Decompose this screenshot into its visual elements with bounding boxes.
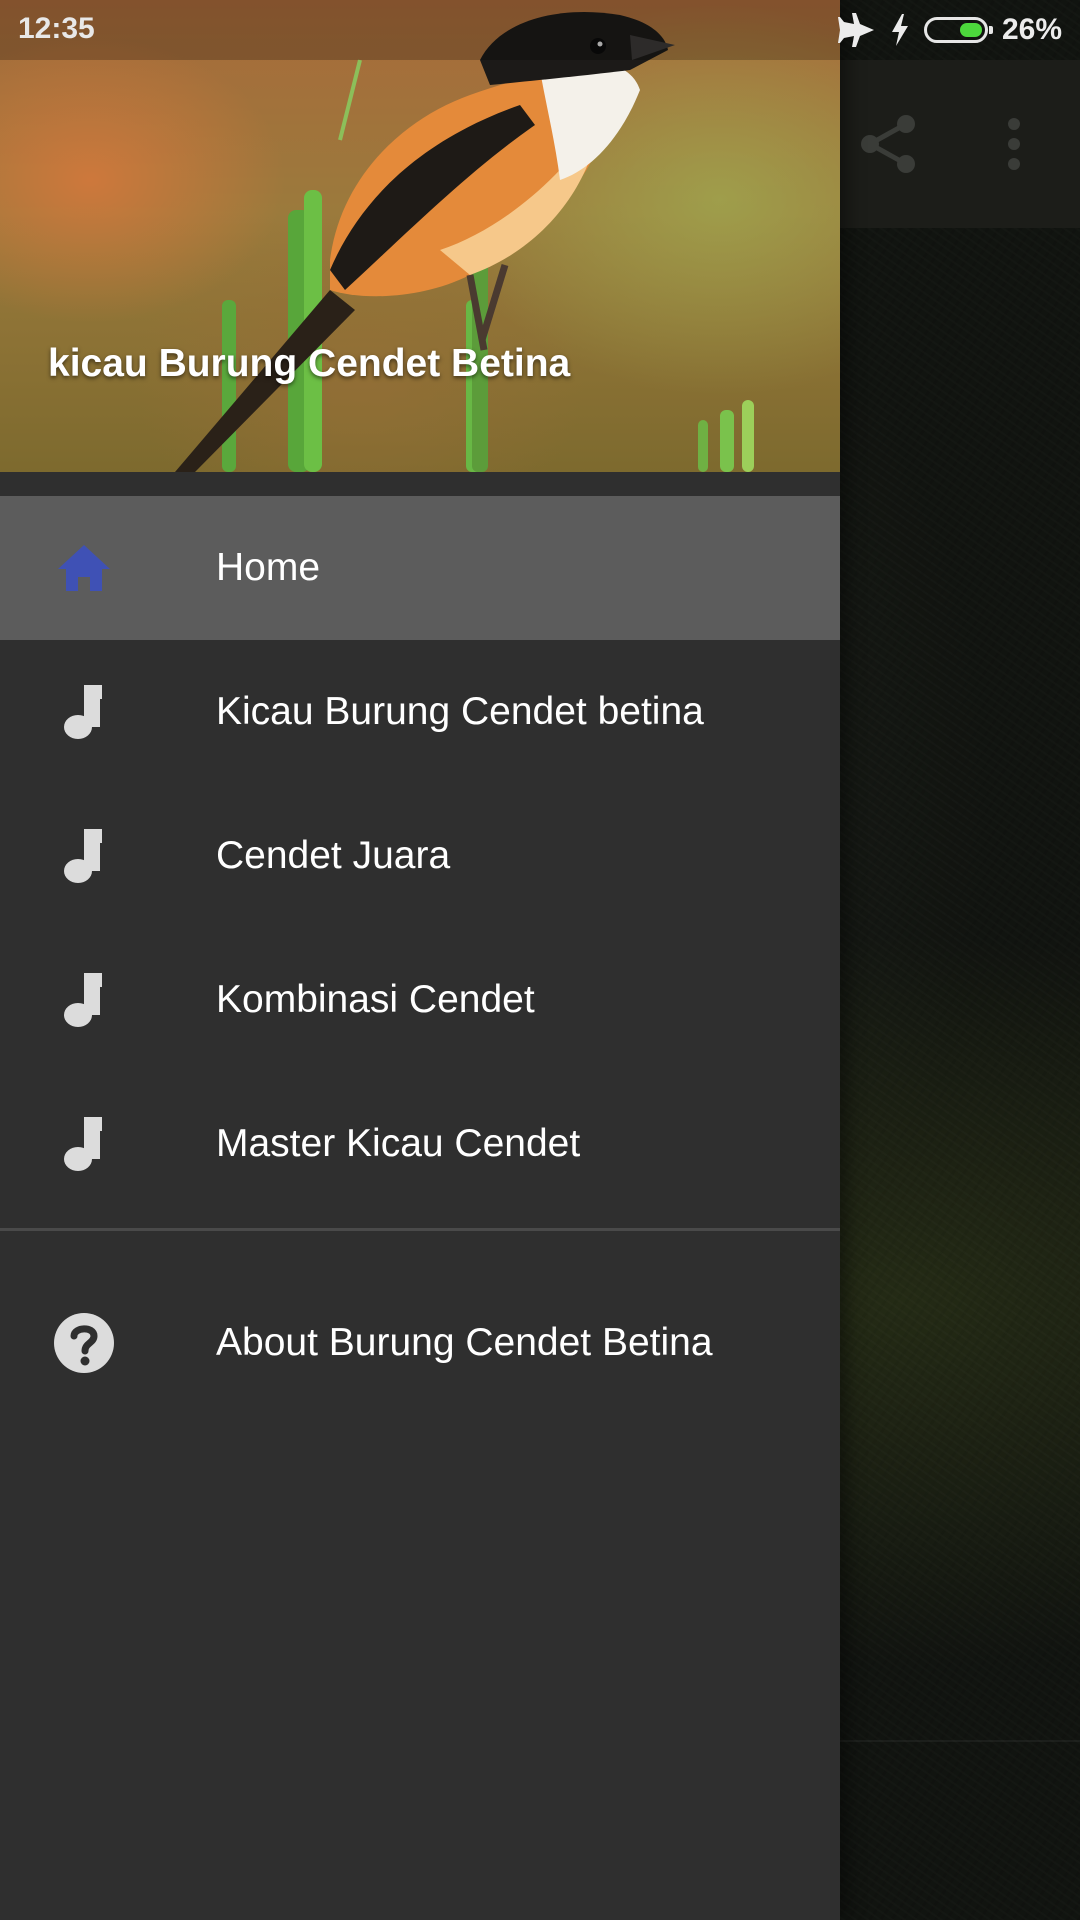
menu-item-label: Home (216, 546, 321, 589)
menu-item-about[interactable]: About Burung Cendet Betina (0, 1271, 840, 1415)
menu-item-cendet-juara[interactable]: Cendet Juara (0, 784, 840, 928)
menu-item-label: Kicau Burung Cendet betina (216, 690, 704, 733)
drawer-divider (0, 1228, 840, 1231)
menu-item-kicau-burung-cendet-betina[interactable]: Kicau Burung Cendet betina (0, 640, 840, 784)
menu-item-master-kicau-cendet[interactable]: Master Kicau Cendet (0, 1072, 840, 1216)
menu-item-label: Master Kicau Cendet (216, 1122, 581, 1165)
drawer-header-title: kicau Burung Cendet Betina (48, 342, 571, 385)
music-note-icon (52, 824, 116, 888)
menu-item-label: About Burung Cendet Betina (216, 1321, 713, 1364)
status-icons: 26% (837, 10, 1062, 50)
airplane-mode-icon (837, 13, 874, 47)
menu-item-label: Kombinasi Cendet (216, 978, 535, 1021)
status-bar: 12:35 26% (0, 0, 1080, 60)
screen: a ffline (0, 0, 1080, 1920)
battery-nub (988, 26, 993, 34)
charging-bolt-icon (891, 14, 908, 46)
music-note-icon (52, 680, 116, 744)
music-note-icon (52, 968, 116, 1032)
menu-item-kombinasi-cendet[interactable]: Kombinasi Cendet (0, 928, 840, 1072)
status-time: 12:35 (18, 12, 95, 45)
drawer-header: kicau Burung Cendet Betina (0, 0, 840, 472)
drawer-menu: Home Kicau Burung Cendet betina Cendet J… (0, 496, 840, 1415)
battery-percent: 26% (1001, 13, 1062, 46)
menu-item-home[interactable]: Home (0, 496, 840, 640)
music-note-icon (52, 1112, 116, 1176)
help-circle-icon (52, 1311, 116, 1375)
navigation-drawer: kicau Burung Cendet Betina Home Kicau Bu… (0, 0, 840, 1920)
menu-item-label: Cendet Juara (216, 834, 451, 877)
battery-icon (923, 17, 993, 43)
header-bird-image (175, 12, 754, 472)
home-icon (52, 536, 116, 600)
battery-fill (959, 23, 982, 37)
